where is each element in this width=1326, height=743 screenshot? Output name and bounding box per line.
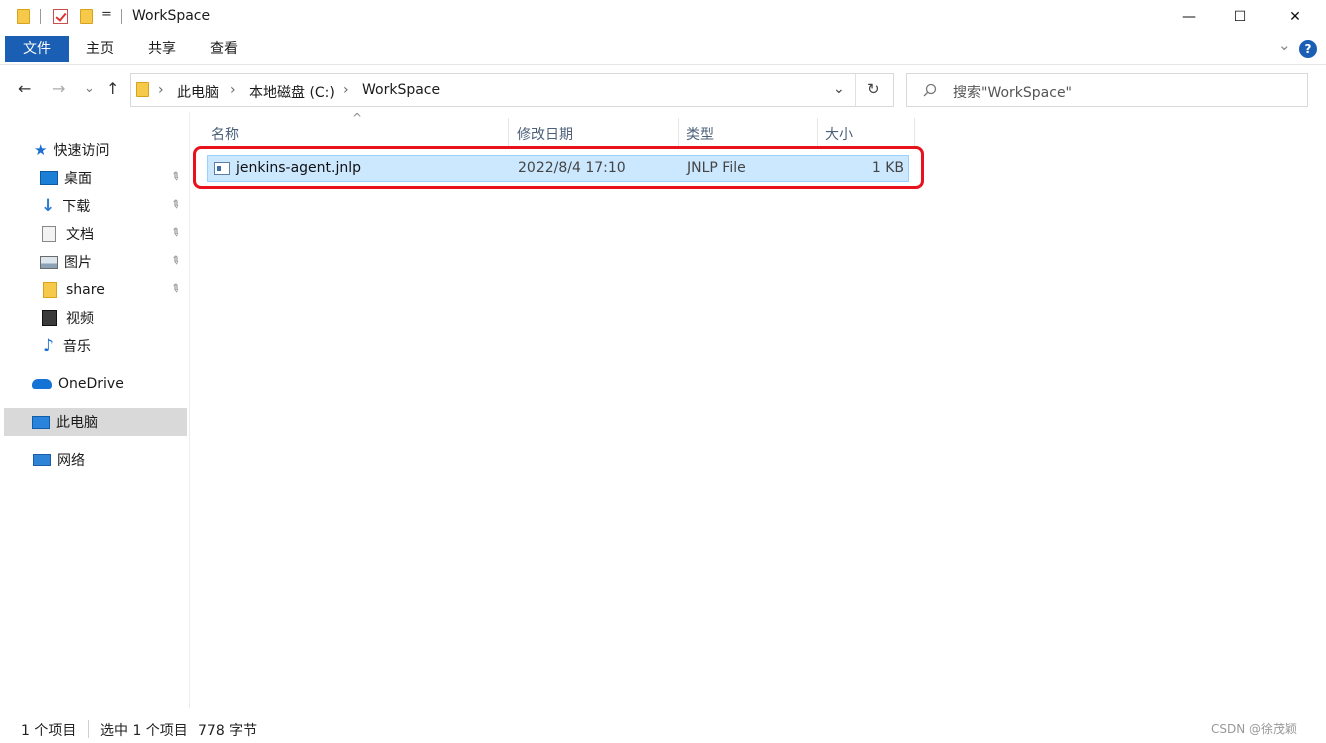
watermark: CSDN @徐茂颖 — [1211, 722, 1298, 736]
refresh-icon[interactable]: ↻ — [867, 80, 880, 98]
close-icon: ✕ — [1289, 9, 1301, 25]
expand-ribbon-icon[interactable]: ⌄ — [1278, 36, 1291, 54]
status-item-count: 1 个项目 — [21, 723, 77, 739]
folder-icon — [136, 82, 149, 97]
document-icon — [42, 226, 56, 242]
status-divider — [88, 720, 89, 738]
new-folder-icon[interactable] — [80, 9, 93, 24]
status-selected: 选中 1 个项目 — [100, 723, 188, 739]
cloud-icon — [32, 379, 52, 389]
breadcrumb-separator: › — [230, 82, 236, 98]
folder-icon — [43, 282, 57, 298]
breadcrumb-separator: › — [158, 82, 164, 98]
maximize-icon: ☐ — [1233, 9, 1247, 25]
video-icon — [42, 310, 57, 326]
address-bar[interactable]: › 此电脑 › 本地磁盘 (C:) › WorkSpace ⌄ ↻ — [130, 73, 894, 107]
recent-locations-button[interactable]: ⌄ — [84, 81, 95, 96]
properties-icon[interactable] — [53, 9, 68, 24]
sidebar-item-desktop[interactable]: 桌面 ✎ — [0, 164, 187, 192]
column-divider[interactable] — [508, 118, 509, 146]
close-button[interactable]: ✕ — [1272, 0, 1318, 34]
toolbar-divider — [121, 9, 122, 24]
customize-toolbar-icon[interactable]: = — [101, 7, 112, 22]
sidebar-item-label: 此电脑 — [56, 415, 98, 431]
sidebar-item-label: 桌面 — [64, 171, 92, 187]
navigation-pane: ★ 快速访问 桌面 ✎ ↓ 下载 ✎ 文档 ✎ 图片 ✎ share ✎ 视频 … — [0, 112, 190, 708]
back-button[interactable]: ← — [18, 79, 31, 98]
sidebar-item-label: 图片 — [64, 255, 92, 271]
window-title: WorkSpace — [132, 8, 211, 24]
sidebar-item-downloads[interactable]: ↓ 下载 ✎ — [0, 192, 187, 220]
sidebar-item-documents[interactable]: 文档 ✎ — [0, 220, 187, 248]
folder-icon[interactable] — [17, 9, 30, 24]
breadcrumb-workspace[interactable]: WorkSpace — [362, 82, 440, 98]
computer-icon — [32, 415, 50, 429]
sidebar-item-label: 快速访问 — [53, 143, 110, 159]
download-icon: ↓ — [41, 196, 56, 216]
column-header-modified[interactable]: 修改日期 — [517, 124, 573, 144]
picture-icon — [40, 255, 58, 269]
pin-icon[interactable]: ✎ — [168, 281, 183, 297]
sidebar-item-label: OneDrive — [58, 376, 124, 392]
sidebar-item-label: 下载 — [62, 199, 91, 215]
sidebar-item-pictures[interactable]: 图片 ✎ — [0, 248, 187, 276]
search-input[interactable]: 搜索"WorkSpace" — [906, 73, 1308, 107]
sidebar-item-label: 音乐 — [62, 339, 91, 355]
highlight-annotation — [193, 146, 924, 189]
sidebar-item-quick-access[interactable]: ★ 快速访问 — [0, 136, 187, 164]
help-glyph: ? — [1304, 42, 1312, 56]
network-icon — [33, 454, 51, 466]
column-header-size[interactable]: 大小 — [825, 124, 853, 144]
divider — [855, 74, 856, 106]
minimize-button[interactable]: — — [1166, 0, 1212, 34]
status-size: 778 字节 — [198, 723, 258, 739]
breadcrumb-this-pc[interactable]: 此电脑 — [177, 82, 219, 102]
sidebar-item-share[interactable]: share ✎ — [0, 276, 187, 304]
pin-icon[interactable]: ✎ — [168, 197, 183, 213]
minimize-icon: — — [1182, 9, 1196, 25]
breadcrumb-local-disk[interactable]: 本地磁盘 (C:) — [249, 82, 335, 102]
maximize-button[interactable]: ☐ — [1217, 0, 1263, 34]
search-placeholder: 搜索"WorkSpace" — [953, 85, 1072, 101]
pin-icon[interactable]: ✎ — [168, 169, 183, 185]
forward-button[interactable]: → — [52, 79, 65, 98]
sidebar-item-network[interactable]: 网络 — [0, 446, 187, 474]
sidebar-item-label: share — [66, 282, 105, 298]
desktop-icon — [40, 171, 58, 185]
sidebar-item-this-pc[interactable]: 此电脑 — [4, 408, 187, 436]
sidebar-item-label: 文档 — [66, 227, 94, 243]
ribbon-tabs: 文件 主页 共享 查看 ⌄ ? — [0, 34, 1326, 65]
sidebar-item-videos[interactable]: 视频 — [0, 304, 187, 332]
column-divider[interactable] — [817, 118, 818, 146]
help-icon[interactable]: ? — [1299, 40, 1317, 58]
pin-icon[interactable]: ✎ — [168, 253, 183, 269]
sidebar-item-label: 网络 — [57, 453, 85, 469]
star-icon: ★ — [34, 141, 48, 159]
tab-view[interactable]: 查看 — [204, 37, 244, 61]
tab-home[interactable]: 主页 — [80, 37, 120, 61]
column-header-name[interactable]: 名称 — [211, 124, 239, 144]
breadcrumb-separator: › — [343, 82, 349, 98]
tab-file[interactable]: 文件 — [5, 36, 69, 62]
search-icon — [923, 83, 937, 97]
title-bar: = WorkSpace — ☐ ✕ — [0, 0, 1326, 34]
toolbar-divider — [40, 9, 41, 24]
up-button[interactable]: ↑ — [106, 79, 119, 98]
column-divider[interactable] — [914, 118, 915, 146]
music-icon: ♪ — [43, 336, 54, 356]
status-bar: 1 个项目 选中 1 个项目 778 字节 CSDN @徐茂颖 — [0, 708, 1326, 743]
column-header-type[interactable]: 类型 — [686, 124, 714, 144]
sidebar-item-label: 视频 — [66, 311, 94, 327]
address-dropdown-icon[interactable]: ⌄ — [833, 81, 845, 97]
tab-share[interactable]: 共享 — [142, 37, 182, 61]
column-divider[interactable] — [678, 118, 679, 146]
sidebar-item-onedrive[interactable]: OneDrive — [0, 370, 187, 398]
pin-icon[interactable]: ✎ — [168, 225, 183, 241]
sort-indicator-icon: ^ — [352, 111, 363, 125]
sidebar-item-music[interactable]: ♪ 音乐 — [0, 332, 187, 360]
